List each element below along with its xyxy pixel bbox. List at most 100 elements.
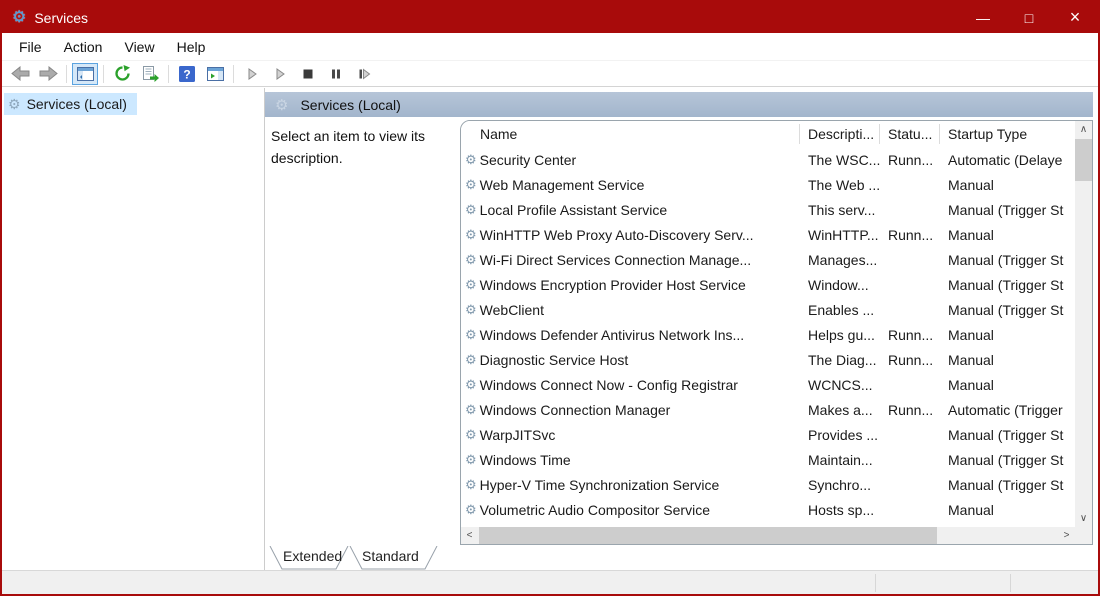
service-startup-type: Automatic (Trigger [940, 402, 1075, 418]
service-gear-icon: ⚙ [465, 152, 477, 168]
scroll-left-icon[interactable]: < [461, 527, 478, 544]
main-area: ⚙ Services (Local) ⚙ Services (Local) Se… [2, 88, 1098, 570]
pause-service-icon[interactable] [323, 63, 349, 85]
service-row[interactable]: ⚙ Windows Connect Now - Config Registrar… [461, 372, 1075, 397]
service-name: Windows Encryption Provider Host Service [480, 277, 746, 293]
service-status: Runn... [880, 227, 940, 243]
menu-action[interactable]: Action [53, 35, 114, 59]
restart-service-icon[interactable] [351, 63, 377, 85]
menu-view[interactable]: View [113, 35, 165, 59]
service-name: Windows Defender Antivirus Network Ins..… [480, 327, 745, 343]
tab-standard[interactable]: Standard [362, 548, 419, 564]
menu-file[interactable]: File [8, 35, 53, 59]
service-name: Volumetric Audio Compositor Service [480, 502, 710, 518]
services-gear-icon: ⚙ [275, 96, 288, 114]
service-startup-type: Manual (Trigger St [940, 252, 1075, 268]
service-gear-icon: ⚙ [465, 427, 477, 443]
column-header-name[interactable]: Name [461, 124, 800, 144]
service-startup-type: Manual (Trigger St [940, 277, 1075, 293]
minimize-button[interactable]: — [960, 2, 1006, 33]
service-row[interactable]: ⚙ Volumetric Audio Compositor Service Ho… [461, 497, 1075, 522]
toolbar: ? [2, 61, 1098, 87]
service-description: Manages... [800, 252, 880, 268]
service-description: The Diag... [800, 352, 880, 368]
description-prompt: Select an item to view its description. [271, 126, 456, 169]
service-gear-icon: ⚙ [465, 477, 477, 493]
service-row[interactable]: ⚙ Windows Time Maintain... Manual (Trigg… [461, 447, 1075, 472]
forward-icon[interactable] [35, 63, 61, 85]
service-startup-type: Manual (Trigger St [940, 302, 1075, 318]
close-button[interactable]: × [1052, 2, 1098, 33]
service-gear-icon: ⚙ [465, 277, 477, 293]
tree-item-services-local[interactable]: ⚙ Services (Local) [4, 93, 137, 115]
stop-service-icon[interactable] [295, 63, 321, 85]
scroll-right-icon[interactable]: > [1058, 527, 1075, 544]
service-gear-icon: ⚙ [465, 327, 477, 343]
horizontal-scrollbar[interactable]: < > [461, 527, 1075, 544]
column-header-description[interactable]: Descripti... [800, 124, 880, 144]
service-name: Web Management Service [480, 177, 645, 193]
service-description: The WSC... [800, 152, 880, 168]
column-header-status[interactable]: Statu... [880, 124, 940, 144]
scroll-up-icon[interactable]: ∧ [1075, 121, 1092, 138]
service-row[interactable]: ⚙ Wi-Fi Direct Services Connection Manag… [461, 247, 1075, 272]
service-gear-icon: ⚙ [465, 177, 477, 193]
service-row[interactable]: ⚙ WarpJITSvc Provides ... Manual (Trigge… [461, 422, 1075, 447]
service-name: WinHTTP Web Proxy Auto-Discovery Serv... [480, 227, 754, 243]
service-description: WCNCS... [800, 377, 880, 393]
resume-service-icon[interactable] [267, 63, 293, 85]
services-gear-icon: ⚙ [12, 10, 26, 26]
service-row[interactable]: ⚙ Hyper-V Time Synchronization Service S… [461, 472, 1075, 497]
service-row[interactable]: ⚙ WinHTTP Web Proxy Auto-Discovery Serv.… [461, 222, 1075, 247]
service-startup-type: Manual (Trigger St [940, 452, 1075, 468]
back-icon[interactable] [7, 63, 33, 85]
services-window: ⚙ Services — □ × File Action View Help [0, 0, 1100, 596]
service-gear-icon: ⚙ [465, 502, 477, 518]
service-name: Diagnostic Service Host [480, 352, 629, 368]
maximize-button[interactable]: □ [1006, 2, 1052, 33]
service-startup-type: Manual (Trigger St [940, 427, 1075, 443]
vertical-scrollbar[interactable]: ∧ ∨ [1075, 121, 1092, 527]
help-icon[interactable]: ? [174, 63, 200, 85]
service-row[interactable]: ⚙ Windows Encryption Provider Host Servi… [461, 272, 1075, 297]
service-row[interactable]: ⚙ Windows Defender Antivirus Network Ins… [461, 322, 1075, 347]
service-startup-type: Manual (Trigger St [940, 477, 1075, 493]
service-name: WarpJITSvc [480, 427, 556, 443]
title-bar: ⚙ Services — □ × [2, 2, 1098, 33]
service-startup-type: Manual [940, 177, 1075, 193]
service-name: Local Profile Assistant Service [480, 202, 668, 218]
service-row[interactable]: ⚙ Diagnostic Service Host The Diag... Ru… [461, 347, 1075, 372]
export-list-icon[interactable] [137, 63, 163, 85]
column-header-startup-type[interactable]: Startup Type [940, 124, 1075, 144]
service-startup-type: Automatic (Delaye [940, 152, 1075, 168]
service-gear-icon: ⚙ [465, 252, 477, 268]
service-row[interactable]: ⚙ Windows Connection Manager Makes a... … [461, 397, 1075, 422]
service-description: Provides ... [800, 427, 880, 443]
horizontal-scrollbar-thumb[interactable] [479, 527, 937, 544]
service-name: Windows Time [480, 452, 571, 468]
service-row[interactable]: ⚙ Local Profile Assistant Service This s… [461, 197, 1075, 222]
view-tabs: Extended Standard [265, 546, 1098, 570]
show-action-pane-icon[interactable] [202, 63, 228, 85]
console-tree-panel: ⚙ Services (Local) [2, 88, 265, 570]
window-title: Services [34, 10, 88, 26]
vertical-scrollbar-thumb[interactable] [1075, 139, 1092, 181]
service-gear-icon: ⚙ [465, 377, 477, 393]
menu-help[interactable]: Help [166, 35, 217, 59]
tab-extended[interactable]: Extended [283, 548, 342, 564]
service-name: WebClient [480, 302, 544, 318]
show-console-tree-icon[interactable] [72, 63, 98, 85]
service-description: Makes a... [800, 402, 880, 418]
service-gear-icon: ⚙ [465, 302, 477, 318]
service-name: Security Center [480, 152, 576, 168]
service-row[interactable]: ⚙ WebClient Enables ... Manual (Trigger … [461, 297, 1075, 322]
toolbar-separator [168, 65, 169, 83]
service-row[interactable]: ⚙ Security Center The WSC... Runn... Aut… [461, 147, 1075, 172]
scroll-down-icon[interactable]: ∨ [1075, 510, 1092, 527]
start-service-icon[interactable] [239, 63, 265, 85]
service-row[interactable]: ⚙ Web Management Service The Web ... Man… [461, 172, 1075, 197]
service-startup-type: Manual [940, 327, 1075, 343]
refresh-icon[interactable] [109, 63, 135, 85]
service-list-rows: ⚙ Security Center The WSC... Runn... Aut… [461, 147, 1075, 527]
service-startup-type: Manual (Trigger St [940, 202, 1075, 218]
